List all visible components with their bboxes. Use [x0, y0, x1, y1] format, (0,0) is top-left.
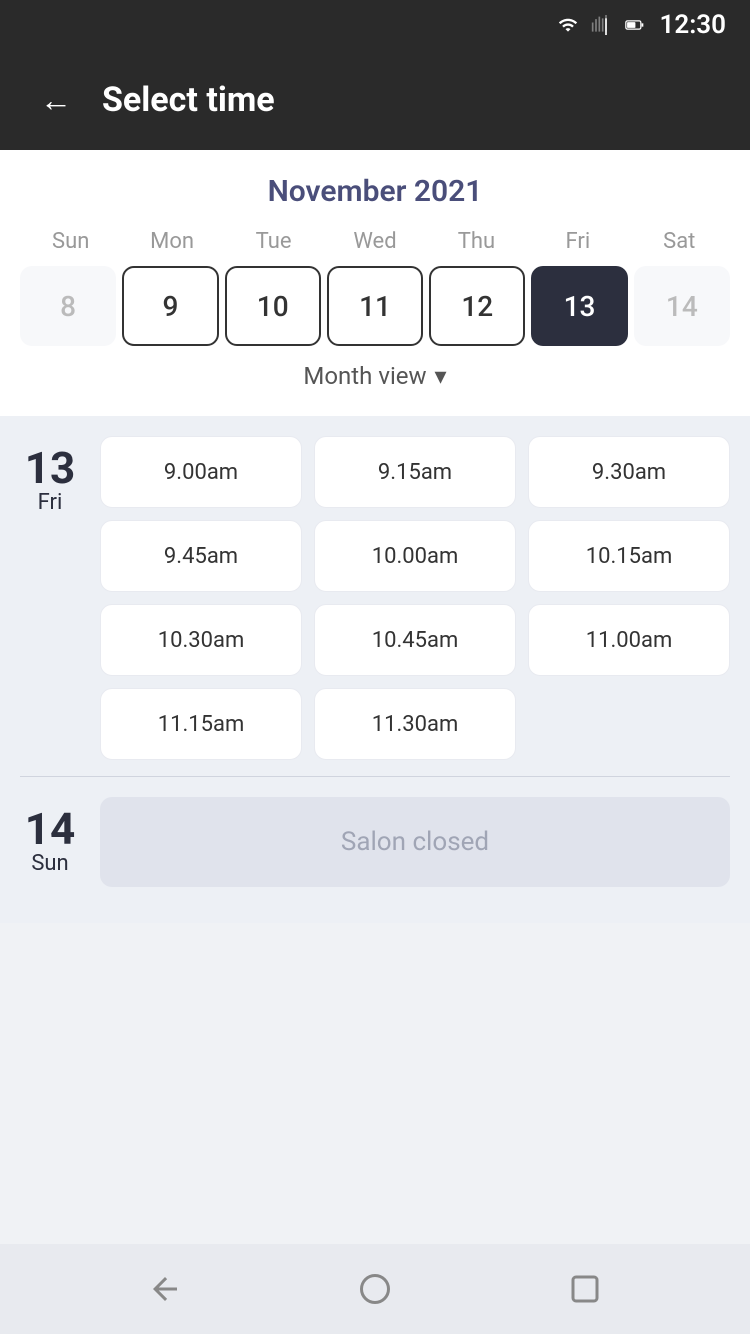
- day-13-slots: 9.00am9.15am9.30am9.45am10.00am10.15am10…: [100, 436, 730, 760]
- day-14-name: Sun: [31, 851, 68, 876]
- back-nav-icon: [147, 1271, 183, 1307]
- time-slot-1015am[interactable]: 10.15am: [528, 520, 730, 592]
- day-13-name: Fri: [38, 490, 63, 515]
- chevron-down-icon: ▾: [435, 362, 447, 390]
- day-13-number: 13: [25, 446, 76, 490]
- calendar-section: November 2021 Sun Mon Tue Wed Thu Fri Sa…: [0, 150, 750, 416]
- weekday-thu: Thu: [426, 229, 527, 254]
- time-slot-930am[interactable]: 9.30am: [528, 436, 730, 508]
- day-14-label: 14 Sun: [20, 797, 80, 887]
- home-nav-button[interactable]: [357, 1271, 393, 1307]
- weekday-mon: Mon: [121, 229, 222, 254]
- app-header: ← Select time: [0, 50, 750, 150]
- date-cell-11[interactable]: 11: [327, 266, 423, 346]
- time-slot-1130am[interactable]: 11.30am: [314, 688, 516, 760]
- weekday-sat: Sat: [629, 229, 730, 254]
- wifi-icon: [554, 15, 582, 35]
- day-13-block: 13 Fri 9.00am9.15am9.30am9.45am10.00am10…: [20, 436, 730, 760]
- signal-icon: [590, 15, 612, 35]
- month-label: November 2021: [20, 174, 730, 209]
- weekday-wed: Wed: [324, 229, 425, 254]
- recents-nav-icon: [567, 1271, 603, 1307]
- day-14-block: 14 Sun Salon closed: [20, 797, 730, 887]
- date-cell-8: 8: [20, 266, 116, 346]
- battery-icon: [620, 15, 650, 35]
- time-slot-1045am[interactable]: 10.45am: [314, 604, 516, 676]
- recents-nav-button[interactable]: [567, 1271, 603, 1307]
- date-cell-13[interactable]: 13: [531, 266, 627, 346]
- bottom-nav: [0, 1244, 750, 1334]
- time-slot-1115am[interactable]: 11.15am: [100, 688, 302, 760]
- month-view-toggle[interactable]: Month view ▾: [20, 346, 730, 400]
- date-cell-12[interactable]: 12: [429, 266, 525, 346]
- status-bar: 12:30: [0, 0, 750, 50]
- back-button[interactable]: ←: [30, 72, 82, 129]
- weekday-fri: Fri: [527, 229, 628, 254]
- back-nav-button[interactable]: [147, 1271, 183, 1307]
- times-section: 13 Fri 9.00am9.15am9.30am9.45am10.00am10…: [0, 416, 750, 923]
- weekday-row: Sun Mon Tue Wed Thu Fri Sat: [20, 229, 730, 254]
- time-slot-915am[interactable]: 9.15am: [314, 436, 516, 508]
- month-view-label: Month view: [303, 362, 426, 390]
- salon-closed-label: Salon closed: [341, 827, 489, 857]
- time-slot-1100am[interactable]: 11.00am: [528, 604, 730, 676]
- status-icons: [554, 15, 650, 35]
- time-slot-1000am[interactable]: 10.00am: [314, 520, 516, 592]
- day-13-label: 13 Fri: [20, 436, 80, 760]
- time-slot-1030am[interactable]: 10.30am: [100, 604, 302, 676]
- status-time: 12:30: [660, 10, 727, 40]
- page-title: Select time: [102, 80, 275, 120]
- time-slot-945am[interactable]: 9.45am: [100, 520, 302, 592]
- home-nav-icon: [357, 1271, 393, 1307]
- day-14-number: 14: [25, 807, 76, 851]
- date-cell-10[interactable]: 10: [225, 266, 321, 346]
- salon-closed-box: Salon closed: [100, 797, 730, 887]
- date-cell-14: 14: [634, 266, 730, 346]
- weekday-tue: Tue: [223, 229, 324, 254]
- dates-row: 891011121314: [20, 266, 730, 346]
- date-cell-9[interactable]: 9: [122, 266, 218, 346]
- time-slot-900am[interactable]: 9.00am: [100, 436, 302, 508]
- weekday-sun: Sun: [20, 229, 121, 254]
- day-divider: [20, 776, 730, 777]
